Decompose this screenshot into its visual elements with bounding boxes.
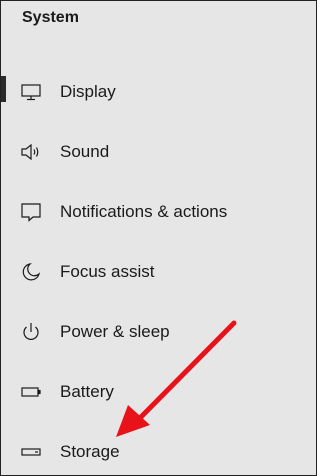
page-title: System	[22, 9, 79, 26]
power-icon	[20, 321, 42, 343]
nav-item-label: Focus assist	[60, 262, 155, 281]
nav-item-label: Storage	[60, 442, 120, 461]
nav-item-label: Power & sleep	[60, 322, 170, 341]
nav-item-label: Sound	[60, 142, 110, 161]
battery-icon	[20, 381, 42, 403]
speaker-icon	[20, 141, 42, 163]
nav-item-notifications[interactable]: Notifications & actions	[1, 192, 316, 232]
nav-item-sound[interactable]: Sound	[1, 132, 316, 172]
nav-item-label: Battery	[60, 382, 114, 401]
nav-item-label: Notifications & actions	[60, 202, 228, 221]
nav-item-focus-assist[interactable]: Focus assist	[1, 252, 316, 292]
notification-icon	[20, 201, 42, 223]
nav-item-power-sleep[interactable]: Power & sleep	[1, 312, 316, 352]
nav-item-label: Display	[60, 82, 116, 101]
display-icon	[20, 81, 42, 103]
nav-item-battery[interactable]: Battery	[1, 372, 316, 412]
moon-icon	[20, 261, 42, 283]
storage-icon	[20, 441, 42, 463]
nav-item-storage[interactable]: Storage	[1, 432, 316, 472]
settings-sidebar: System Display Sound Notifications & act…	[0, 0, 317, 476]
nav-item-display[interactable]: Display	[1, 72, 316, 112]
